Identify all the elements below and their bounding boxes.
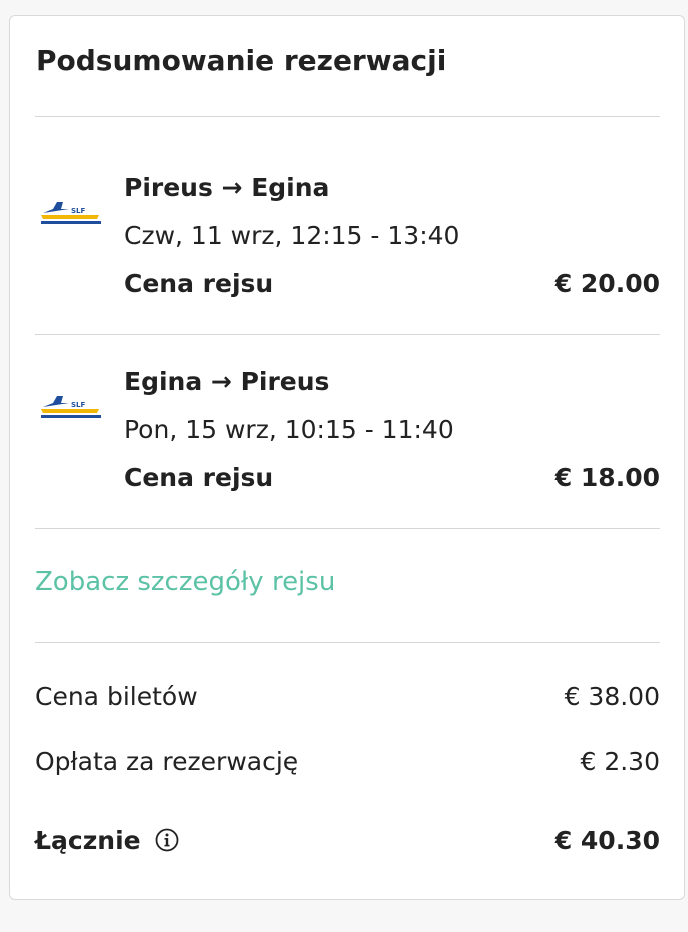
ferry-operator-logo: SLF [41, 202, 101, 224]
booking-fee-row: Opłata za rezerwację € 2.30 [35, 747, 660, 781]
trip-price-label: Cena rejsu [124, 269, 274, 298]
trip-price: € 20.00 [554, 269, 660, 298]
trip-datetime: Czw, 11 wrz, 12:15 - 13:40 [124, 221, 460, 250]
total-value: € 40.30 [554, 826, 660, 855]
logo-text: SLF [71, 207, 86, 215]
trip-price-label: Cena rejsu [124, 463, 274, 492]
trip-datetime: Pon, 15 wrz, 10:15 - 11:40 [124, 415, 454, 444]
logo-text: SLF [71, 401, 86, 409]
total-row: Łącznie € 40.30 [35, 826, 660, 860]
ferry-operator-logo: SLF [41, 396, 101, 418]
booking-summary-card: Podsumowanie rezerwacji SLF Pireus → Egi… [9, 15, 685, 900]
divider [35, 334, 660, 335]
divider [35, 528, 660, 529]
divider [35, 642, 660, 643]
trip-route: Pireus → Egina [124, 173, 330, 202]
booking-fee-value: € 2.30 [580, 747, 660, 776]
booking-fee-label: Opłata za rezerwację [35, 747, 299, 776]
trip-details-link[interactable]: Zobacz szczegóły rejsu [35, 567, 335, 597]
total-label: Łącznie [35, 826, 141, 855]
tickets-price-label: Cena biletów [35, 682, 198, 711]
divider [35, 116, 660, 117]
trip-item-outbound: SLF Pireus → Egina Czw, 11 wrz, 12:15 - … [35, 173, 660, 323]
trip-item-return: SLF Egina → Pireus Pon, 15 wrz, 10:15 - … [35, 367, 660, 517]
trip-route: Egina → Pireus [124, 367, 330, 396]
tickets-price-value: € 38.00 [564, 682, 660, 711]
total-label-group: Łącznie [35, 826, 179, 855]
trip-price: € 18.00 [554, 463, 660, 492]
summary-title: Podsumowanie rezerwacji [36, 44, 447, 77]
info-icon[interactable] [155, 828, 179, 852]
tickets-price-row: Cena biletów € 38.00 [35, 682, 660, 716]
